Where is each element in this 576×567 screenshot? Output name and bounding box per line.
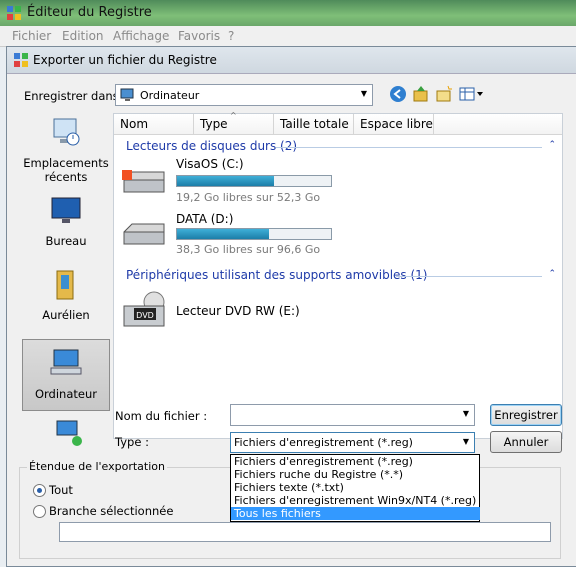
hard-drive-d-icon[interactable] [120,218,168,248]
registry-icon [14,53,28,67]
place-recent-label: Emplacements récents [23,156,109,184]
save-in-value: Ordinateur [140,89,200,102]
menu-fichier[interactable]: Fichier [12,29,51,43]
drive-d-detail: 38,3 Go libres sur 96,6 Go [176,243,321,256]
menu-edition[interactable]: Edition [62,29,104,43]
drive-d-usage-bar [176,228,332,240]
dialog-title: Exporter un fichier du Registre [33,53,217,67]
radio-all-label[interactable]: Tout [49,483,73,497]
file-list: Nom Type ^ Taille totale Espace libre Le… [113,111,563,439]
save-in-combo[interactable]: Ordinateur ▼ [115,84,373,106]
desktop-icon [51,197,81,223]
back-icon[interactable] [389,85,407,103]
export-range-label: Étendue de l'exportation [27,460,167,473]
drive-c-name[interactable]: VisaOS (C:) [176,157,244,171]
app-menu-bar: Fichier Edition Affichage Favoris ? [0,26,576,47]
new-folder-icon[interactable] [435,85,453,103]
dvd-icon-label: DVD [136,311,154,320]
type-dropdown-list[interactable]: Fichiers d'enregistrement (*.reg) Fichie… [230,454,480,522]
drive-c-usage-fill [177,176,275,186]
drive-c-detail: 19,2 Go libres sur 52,3 Go [176,191,321,204]
place-desktop-label: Bureau [45,234,87,248]
place-computer-label: Ordinateur [34,387,97,401]
drive-d-name[interactable]: DATA (D:) [176,212,233,226]
type-option[interactable]: Fichiers texte (*.txt) [231,481,480,494]
group-removable[interactable]: Périphériques utilisant des supports amo… [126,268,427,282]
filename-combo[interactable]: ▼ [230,404,475,426]
menu-affichage[interactable]: Affichage [113,29,169,43]
app-title: Éditeur du Registre [27,5,152,20]
type-option[interactable]: Fichiers ruche du Registre (*.*) [231,468,480,481]
drive-c-usage-bar [176,175,332,187]
group-divider [276,147,542,148]
column-total-size[interactable]: Taille totale [274,114,354,134]
type-value: Fichiers d'enregistrement (*.reg) [234,436,413,449]
type-combo[interactable]: Fichiers d'enregistrement (*.reg) ▼ [230,432,475,453]
chevron-down-icon[interactable]: ▼ [460,435,472,449]
sort-indicator-icon: ^ [230,111,237,120]
views-menu-icon[interactable] [459,86,485,102]
place-desktop[interactable]: Bureau [23,195,109,248]
column-free-space[interactable]: Espace libre [354,114,434,134]
place-user[interactable]: Aurélien [23,269,109,322]
menu-favoris[interactable]: Favoris [178,29,220,43]
up-folder-icon[interactable] [412,85,430,103]
type-option-highlighted[interactable]: Tous les fichiers [231,507,480,520]
save-button[interactable]: Enregistrer [490,404,562,426]
drive-d-usage-fill [177,229,270,239]
group-divider [396,276,542,277]
dvd-drive-name[interactable]: Lecteur DVD RW (E:) [176,304,300,318]
menu-help[interactable]: ? [228,29,234,43]
group-hard-drives[interactable]: Lecteurs de disques durs (2) [126,139,297,153]
export-dialog: Exporter un fichier du Registre Enregist… [6,46,576,567]
recent-places-icon [53,118,80,146]
radio-branch-label[interactable]: Branche sélectionnée [49,504,173,518]
radio-all[interactable] [33,484,46,497]
type-option[interactable]: Fichiers d'enregistrement Win9x/NT4 (*.r… [231,494,480,507]
computer-icon [50,349,82,375]
collapse-chevron-icon[interactable]: ⌃ [548,269,556,279]
place-computer[interactable]: Ordinateur [22,339,110,411]
registry-editor-icon [7,6,21,20]
user-folder-icon [56,270,74,300]
place-recent[interactable]: Emplacements récents [23,117,109,184]
place-user-label: Aurélien [42,308,90,322]
collapse-chevron-icon[interactable]: ⌃ [548,140,556,150]
cancel-button[interactable]: Annuler [490,431,562,453]
filename-label: Nom du fichier : [115,409,208,423]
computer-icon [120,88,134,101]
radio-branch[interactable] [33,505,46,518]
chevron-down-icon: ▼ [360,89,368,98]
type-label: Type : [115,435,149,449]
save-in-label: Enregistrer dans : [24,89,127,103]
branch-path-input[interactable] [59,522,551,542]
hard-drive-c-icon[interactable] [120,166,168,196]
network-icon[interactable] [51,419,85,447]
column-name[interactable]: Nom [114,114,194,134]
dialog-title-bar: Exporter un fichier du Registre [7,47,576,74]
dvd-drive-icon[interactable]: DVD [120,290,168,332]
places-bar: Emplacements récents Bureau Aurélien Ord… [19,113,111,497]
type-option[interactable]: Fichiers d'enregistrement (*.reg) [231,455,480,468]
chevron-down-icon[interactable]: ▼ [460,407,472,421]
app-title-bar: Éditeur du Registre [0,0,576,26]
